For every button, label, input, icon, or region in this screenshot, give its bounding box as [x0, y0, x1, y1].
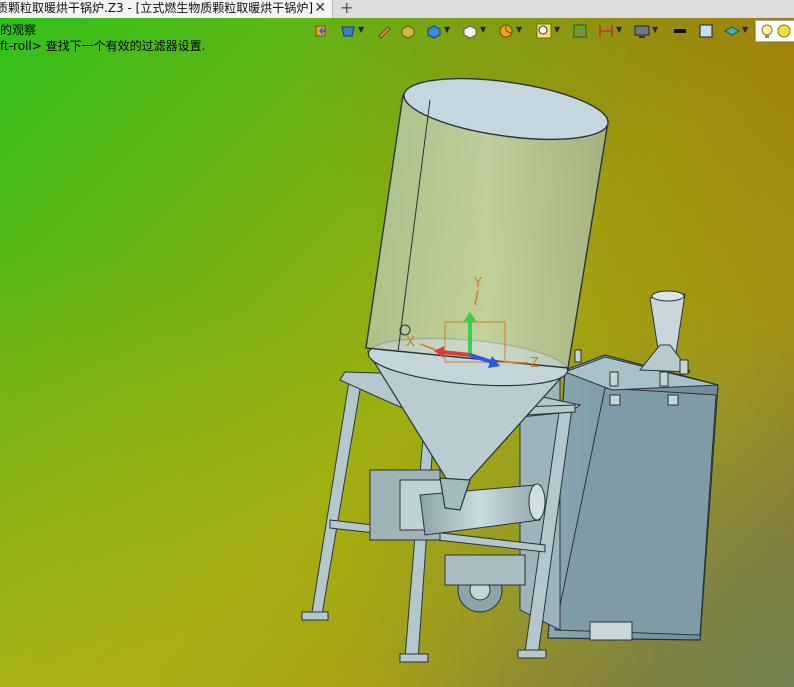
lamp-icon: [761, 24, 791, 38]
display-icon: [634, 25, 650, 38]
chevron-down-icon: ▼: [554, 25, 561, 34]
message-line-2: ft-roll> 查找下一个有效的过滤器设置.: [0, 39, 206, 53]
chevron-down-icon: ▼: [480, 25, 487, 34]
white-cube-icon: [463, 25, 477, 39]
section-icon: [599, 25, 613, 37]
render-mode-button[interactable]: ▼: [338, 20, 368, 42]
zoom-button[interactable]: ▼: [534, 20, 564, 42]
face-color-icon: [699, 24, 713, 38]
command-message-area: 的观察 ft-roll> 查找下一个有效的过滤器设置.: [0, 22, 205, 54]
chevron-down-icon: ▼: [444, 25, 451, 34]
blue-cube-icon: [427, 25, 441, 39]
triad-label-z: Z: [530, 356, 539, 371]
chevron-down-icon: ▼: [358, 25, 365, 34]
appearance-button[interactable]: ▼: [496, 20, 526, 42]
material-icon: [724, 26, 740, 36]
document-tab-bar: 质颗粒取暖烘干锅炉.Z3 - [立式燃生物质颗粒取暖烘干锅炉] ✕ +: [0, 0, 794, 18]
pie-icon: [499, 24, 513, 38]
exit-view-icon: [315, 25, 326, 37]
close-icon[interactable]: ✕: [314, 0, 326, 17]
message-line-1: 的观察: [0, 23, 37, 37]
material-button[interactable]: ▼: [722, 20, 752, 42]
chevron-down-icon: ▼: [616, 25, 623, 34]
triad-label-x: X: [406, 335, 415, 350]
view-toolbar: ▼ ▼ ▼ ▼ ▼ ▼ ▼ ▼: [312, 20, 794, 44]
new-tab-button[interactable]: +: [340, 0, 353, 17]
chevron-down-icon: ▼: [516, 25, 523, 34]
hopper-cylinder: [365, 77, 609, 369]
line-color-icon: [674, 29, 686, 33]
chevron-down-icon: ▼: [652, 25, 659, 34]
pen-icon: [378, 26, 391, 39]
lighting-button[interactable]: [755, 20, 794, 42]
shaded-cube-icon: [401, 25, 415, 39]
boiler-3d-model: Y X Z: [301, 77, 719, 663]
section-button[interactable]: ▼: [596, 20, 626, 42]
fit-icon: [573, 24, 587, 38]
tab-title: 质颗粒取暖烘干锅炉.Z3 - [立式燃生物质颗粒取暖烘干锅炉]: [0, 1, 313, 15]
standard-view-button[interactable]: ▼: [460, 20, 490, 42]
triad-label-y: Y: [473, 276, 482, 291]
display-button[interactable]: ▼: [632, 20, 662, 42]
solid-view-button[interactable]: ▼: [424, 20, 454, 42]
zoom-icon: [536, 23, 552, 39]
render-mode-icon: [341, 26, 355, 37]
tab-document[interactable]: 质颗粒取暖烘干锅炉.Z3 - [立式燃生物质颗粒取暖烘干锅炉] ✕: [0, 0, 333, 18]
chevron-down-icon: ▼: [742, 25, 749, 34]
3d-viewport[interactable]: Y X Z 的观察 ft-roll> 查找下一个有效的过滤器设置. ▼ ▼ ▼ …: [0, 0, 794, 687]
